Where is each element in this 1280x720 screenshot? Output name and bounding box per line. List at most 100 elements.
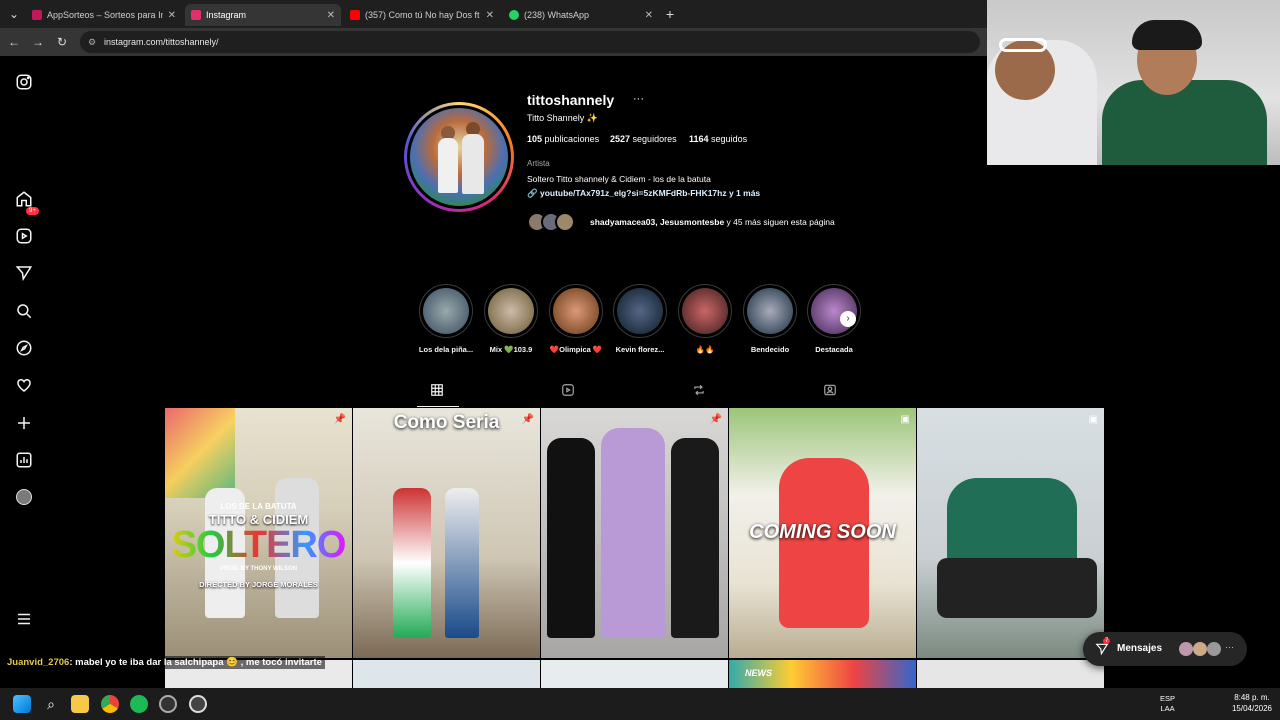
tab-list-icon[interactable]: ⌄: [6, 6, 22, 22]
browser-tab-youtube[interactable]: (357) Como tú No hay Dos ft Cid ✕: [344, 4, 500, 26]
highlight-label: ❤️Olimpica ❤️: [549, 345, 603, 354]
windows-taskbar: ⌕ ESP LAA 8:48 p. m. 15/04/2026: [0, 688, 1280, 720]
spotify-icon[interactable]: [130, 695, 148, 713]
post-title-line: DIRECTED BY JORGE MORALES: [199, 580, 318, 589]
tab-reels-icon[interactable]: [561, 383, 577, 399]
post-thumbnail[interactable]: Como Seria 📌: [353, 408, 540, 658]
tab-title: (238) WhatsApp: [524, 10, 590, 20]
highlight-label: Destacada: [815, 345, 853, 354]
post-thumbnail[interactable]: 📌: [541, 408, 728, 658]
profile-link[interactable]: 🔗 youtube/TAx791z_elg?si=5zKMFdRb-FHK17h…: [527, 188, 760, 199]
reels-icon[interactable]: [14, 226, 34, 246]
close-tab-icon[interactable]: ✕: [486, 10, 494, 21]
windows-start-icon[interactable]: [13, 695, 31, 713]
create-icon[interactable]: [14, 413, 34, 433]
more-icon[interactable]: ···: [1225, 642, 1234, 652]
followed-by-text[interactable]: shadyamacea03, Jesusmontesbe y 45 más si…: [590, 217, 835, 227]
forward-icon[interactable]: →: [30, 34, 46, 50]
post-thumbnail[interactable]: NEWS: [729, 660, 916, 688]
highlight-label: 🔥🔥: [695, 345, 715, 354]
pin-icon: 📌: [521, 414, 534, 425]
instagram-logo-icon[interactable]: [14, 72, 34, 92]
obs-icon[interactable]: [159, 695, 177, 713]
active-tab-indicator: [417, 406, 459, 407]
chrome-icon[interactable]: [101, 695, 119, 713]
followers-count[interactable]: 2527 seguidores: [610, 134, 677, 144]
post-thumbnail[interactable]: COMING SOON ▣: [729, 408, 916, 658]
stream-chat-message: Juanvid_2706: mabel yo te iba dar la sal…: [4, 656, 325, 669]
profile-bio: Soltero Titto shannely & Cidiem - los de…: [527, 174, 711, 184]
profile-category: Artista: [527, 159, 550, 168]
url-text: instagram.com/tittoshannely/: [104, 37, 219, 47]
profile-avatar-icon[interactable]: [14, 487, 34, 507]
options-icon[interactable]: ···: [633, 93, 644, 105]
webcam-overlay: [987, 0, 1280, 165]
tab-posts-grid-icon[interactable]: [430, 383, 446, 399]
close-tab-icon[interactable]: ✕: [327, 10, 335, 21]
close-tab-icon[interactable]: ✕: [645, 10, 653, 21]
highlight-item[interactable]: Kevin florez...: [612, 284, 668, 354]
pin-icon: 📌: [709, 414, 722, 425]
search-icon[interactable]: [14, 301, 34, 321]
chat-username: Juanvid_2706: [7, 657, 70, 668]
post-thumbnail[interactable]: [917, 660, 1104, 688]
reload-icon[interactable]: ↻: [54, 34, 70, 50]
browser-tab-instagram[interactable]: Instagram ✕: [185, 4, 341, 26]
post-thumbnail[interactable]: [353, 660, 540, 688]
post-title-line: Como Seria: [393, 412, 500, 433]
highlight-item[interactable]: 🔥🔥: [677, 284, 733, 354]
media-player-icon[interactable]: [189, 695, 207, 713]
new-tab-icon[interactable]: +: [662, 6, 678, 22]
messages-icon[interactable]: [14, 263, 34, 283]
highlight-label: Bendecido: [750, 345, 790, 354]
highlight-label: Kevin florez...: [615, 345, 665, 354]
explore-icon[interactable]: [14, 338, 34, 358]
posts-count: 105 publicaciones: [527, 134, 600, 144]
messages-button[interactable]: 7 Mensajes ···: [1083, 632, 1247, 666]
menu-icon[interactable]: [14, 609, 34, 629]
highlight-label: Los dela piña...: [418, 345, 474, 354]
home-icon[interactable]: [14, 189, 34, 209]
post-title-line: SOLTERO: [165, 524, 352, 567]
followed-by-avatars[interactable]: [527, 212, 587, 232]
system-clock[interactable]: 8:48 p. m. 15/04/2026: [1232, 692, 1272, 714]
messages-label: Mensajes: [1117, 643, 1163, 654]
post-thumbnail[interactable]: LOS DE LA BATUTA TITTO & CIDIEM SOLTERO …: [165, 408, 352, 658]
tab-title: AppSorteos – Sorteos para Insta: [47, 10, 163, 20]
notification-badge: 9+: [26, 207, 39, 215]
avatar: [1207, 642, 1221, 656]
post-thumbnail[interactable]: [541, 660, 728, 688]
search-icon[interactable]: ⌕: [42, 695, 60, 713]
heart-icon[interactable]: [14, 375, 34, 395]
link-icon: 🔗: [527, 188, 538, 198]
chevron-right-icon[interactable]: ›: [840, 311, 856, 327]
highlight-item[interactable]: Mix 💚103.9: [483, 284, 539, 354]
highlight-item[interactable]: ❤️Olimpica ❤️: [548, 284, 604, 354]
file-explorer-icon[interactable]: [71, 695, 89, 713]
tab-reposts-icon[interactable]: [692, 383, 708, 399]
tab-tagged-icon[interactable]: [823, 383, 839, 399]
following-count[interactable]: 1164 seguidos: [689, 134, 747, 144]
language-indicator[interactable]: ESP LAA: [1160, 694, 1175, 714]
highlight-item[interactable]: Los dela piña...: [418, 284, 474, 354]
url-field[interactable]: ⚙ instagram.com/tittoshannely/: [80, 31, 980, 53]
browser-tab-whatsapp[interactable]: (238) WhatsApp ✕: [503, 4, 659, 26]
post-title-line: COMING SOON: [749, 521, 896, 543]
profile-avatar[interactable]: [407, 105, 511, 209]
site-info-icon[interactable]: ⚙: [88, 31, 96, 53]
profile-username: tittoshannely: [527, 92, 615, 108]
close-tab-icon[interactable]: ✕: [168, 10, 176, 21]
post-thumbnail[interactable]: ▣: [917, 408, 1104, 658]
instagram-favicon-icon: [191, 10, 201, 20]
messenger-icon: [1095, 643, 1109, 656]
reel-icon: ▣: [900, 414, 910, 425]
browser-tab-appsorteos[interactable]: AppSorteos – Sorteos para Insta ✕: [26, 4, 182, 26]
chat-text: : mabel yo te iba dar la salchipapa 😊 , …: [69, 657, 322, 668]
tab-title: Instagram: [206, 10, 247, 20]
youtube-favicon-icon: [350, 10, 360, 20]
post-title-line: LOS DE LA BATUTA: [220, 502, 297, 511]
highlight-item[interactable]: Bendecido: [742, 284, 798, 354]
highlight-label: Mix 💚103.9: [489, 345, 533, 354]
back-icon[interactable]: ←: [6, 34, 22, 50]
dashboard-icon[interactable]: [14, 450, 34, 470]
